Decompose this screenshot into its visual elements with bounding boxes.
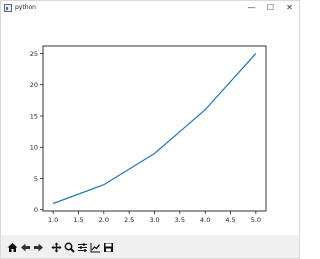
home-button[interactable] (6, 241, 18, 255)
x-tick-label: 3.0 (149, 216, 159, 224)
x-tick-label: 1.5 (73, 216, 83, 224)
x-tick-label: 2.5 (124, 216, 134, 224)
y-tick-label: 10 (30, 144, 38, 152)
pan-button[interactable] (50, 241, 62, 255)
home-icon (7, 243, 17, 252)
x-tick-label: 4.0 (200, 216, 210, 224)
y-tick-label: 0 (34, 206, 38, 214)
close-button[interactable]: ✕ (280, 1, 299, 14)
plot-area (43, 46, 266, 211)
zoom-button[interactable] (63, 241, 75, 255)
y-tick-label: 15 (30, 112, 38, 120)
minimize-button[interactable]: — (242, 1, 261, 14)
edit-axis-icon (90, 243, 100, 253)
x-tick-label: 5.0 (251, 216, 261, 224)
edit-axis-button[interactable] (89, 241, 101, 255)
figure-canvas[interactable]: 1.0 1.5 2.0 2.5 3.0 3.5 4.0 4.5 5.0 0 5 10 15 20 25 (1, 14, 299, 235)
y-tick-label: 25 (30, 50, 38, 58)
back-arrow-icon (20, 243, 30, 252)
line-chart: 1.0 1.5 2.0 2.5 3.0 3.5 4.0 4.5 5.0 0 5 10 15 20 25 (30, 45, 267, 224)
pan-icon (51, 242, 61, 253)
window-controls: — ☐ ✕ (242, 1, 299, 14)
title-bar[interactable]: python — ☐ ✕ (1, 1, 299, 14)
navigation-toolbar (1, 237, 299, 258)
app-icon (4, 3, 12, 12)
x-tick-label: 2.0 (99, 216, 109, 224)
configure-subplots-icon (77, 243, 87, 252)
x-tick-label: 1.0 (48, 216, 58, 224)
configure-subplots-button[interactable] (76, 241, 88, 255)
y-tick-label: 20 (30, 81, 38, 89)
forward-arrow-icon (33, 243, 43, 252)
window-title: python (15, 4, 36, 11)
back-button[interactable] (19, 241, 31, 255)
maximize-button[interactable]: ☐ (261, 1, 280, 14)
x-tick-label: 4.5 (225, 216, 235, 224)
zoom-icon (64, 242, 75, 253)
save-icon (103, 243, 113, 252)
x-tick-label: 3.5 (175, 216, 185, 224)
forward-button[interactable] (32, 241, 44, 255)
y-tick-label: 5 (34, 175, 38, 183)
python-figure-window: python — ☐ ✕ 1.0 1.5 2.0 2.5 3.0 3.5 4.0 4.5 5.0… (0, 0, 300, 259)
save-button[interactable] (102, 241, 114, 255)
